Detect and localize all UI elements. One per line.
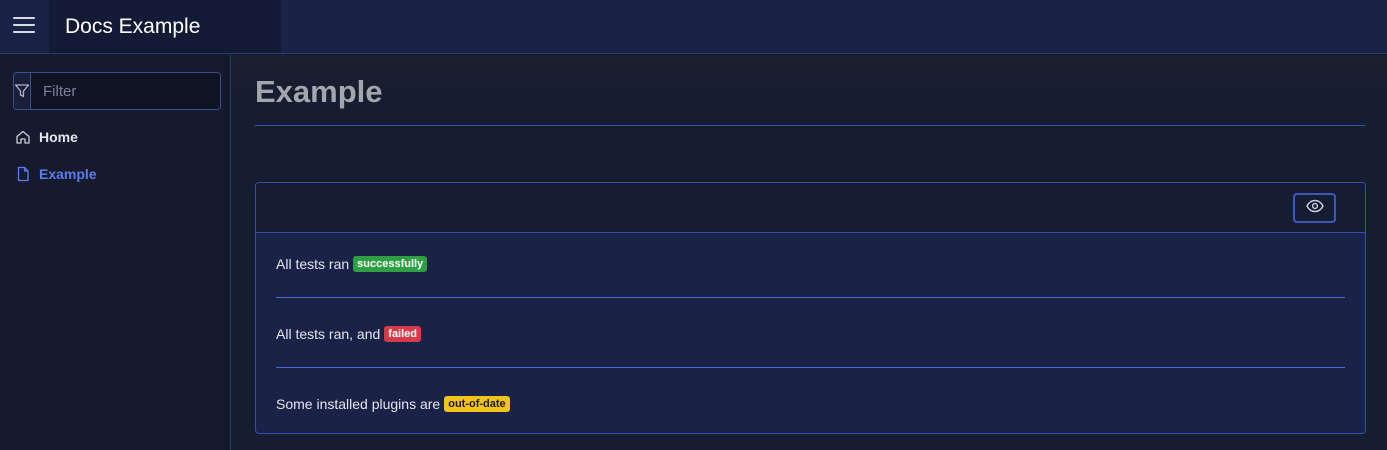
home-icon — [15, 129, 31, 145]
main-content: Example All tests ran successfully All t… — [232, 55, 1387, 450]
sidebar-item-home[interactable]: Home — [15, 125, 78, 149]
sidebar: Home Example — [0, 55, 242, 450]
hamburger-icon — [13, 16, 35, 39]
result-text: All tests ran — [276, 256, 350, 272]
result-row-outdated: Some installed plugins are out-of-date — [276, 394, 510, 414]
filter-input[interactable] — [31, 73, 242, 109]
result-row-success: All tests ran successfully — [276, 254, 428, 274]
page-title: Example — [255, 74, 383, 109]
eye-icon — [1305, 199, 1324, 218]
menu-button[interactable] — [0, 0, 48, 54]
status-badge-outdated: out-of-date — [444, 396, 510, 412]
sidebar-item-label: Example — [39, 166, 97, 182]
title-divider — [255, 125, 1365, 126]
filter-group — [13, 72, 242, 110]
top-bar: Docs Example — [0, 0, 1387, 54]
result-text: Some installed plugins are — [276, 396, 441, 412]
file-icon — [15, 166, 31, 182]
result-text: All tests ran, and — [276, 326, 381, 342]
results-card: All tests ran successfully All tests ran… — [255, 182, 1366, 434]
view-button[interactable] — [1293, 193, 1336, 223]
brand-title[interactable]: Docs Example — [49, 0, 281, 53]
sidebar-item-example[interactable]: Example — [15, 162, 97, 186]
filter-icon — [14, 73, 31, 109]
row-divider — [276, 297, 1345, 298]
card-header — [256, 183, 1365, 233]
row-divider — [276, 367, 1345, 368]
status-badge-failed: failed — [384, 326, 422, 342]
status-badge-success: successfully — [353, 256, 428, 272]
sidebar-item-label: Home — [39, 129, 78, 145]
result-row-failed: All tests ran, and failed — [276, 324, 422, 344]
